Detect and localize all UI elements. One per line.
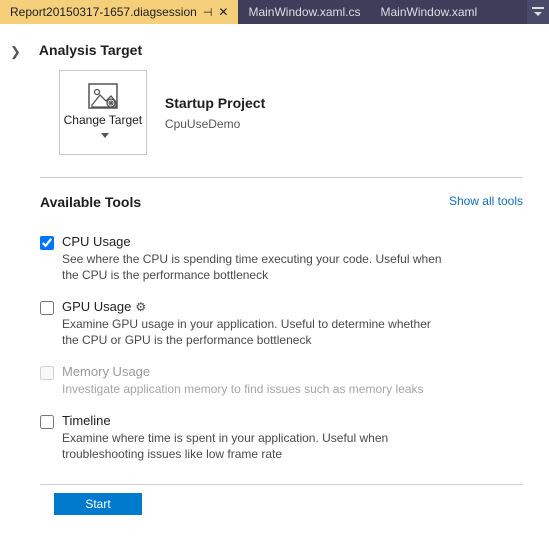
tool-desc: Investigate application memory to find i… bbox=[62, 381, 424, 397]
project-name: CpuUseDemo bbox=[165, 117, 265, 131]
pin-icon[interactable]: ⊣ bbox=[203, 6, 213, 19]
tool-name: GPU Usage bbox=[62, 299, 131, 314]
gear-icon[interactable]: ⚙ bbox=[135, 300, 146, 314]
tool-desc: Examine where time is spent in your appl… bbox=[62, 430, 442, 462]
divider bbox=[40, 177, 523, 178]
tool-cpu-usage-checkbox[interactable] bbox=[40, 236, 54, 250]
chevron-down-icon bbox=[101, 133, 109, 138]
available-tools-title: Available Tools bbox=[40, 194, 141, 210]
change-target-button[interactable]: Change Target bbox=[59, 70, 147, 155]
tool-memory-usage: Memory Usage Investigate application mem… bbox=[40, 364, 523, 397]
tool-cpu-usage: CPU Usage See where the CPU is spending … bbox=[40, 234, 523, 283]
tool-timeline-checkbox[interactable] bbox=[40, 415, 54, 429]
tool-gpu-usage: GPU Usage ⚙ Examine GPU usage in your app… bbox=[40, 299, 523, 348]
show-all-tools-link[interactable]: Show all tools bbox=[449, 194, 523, 222]
expand-chevron-icon[interactable]: ❯ bbox=[10, 42, 21, 60]
tab-label: Report20150317-1657.diagsession bbox=[10, 5, 197, 19]
tool-name: Timeline bbox=[62, 413, 111, 428]
startup-project-heading: Startup Project bbox=[165, 95, 265, 111]
tool-name: CPU Usage bbox=[62, 234, 131, 249]
target-picture-icon bbox=[88, 83, 118, 109]
analysis-target-title: Analysis Target bbox=[39, 42, 523, 58]
tab-mainwindow-cs[interactable]: MainWindow.xaml.cs bbox=[238, 0, 370, 24]
close-icon[interactable]: ✕ bbox=[218, 6, 228, 18]
tab-report[interactable]: Report20150317-1657.diagsession ⊣ ✕ bbox=[0, 0, 238, 24]
tool-name: Memory Usage bbox=[62, 364, 150, 379]
tab-label: MainWindow.xaml.cs bbox=[248, 5, 360, 19]
tab-mainwindow-xaml[interactable]: MainWindow.xaml bbox=[371, 0, 488, 24]
tab-label: MainWindow.xaml bbox=[381, 5, 478, 19]
tool-memory-usage-checkbox bbox=[40, 366, 54, 380]
divider bbox=[40, 484, 523, 485]
tool-gpu-usage-checkbox[interactable] bbox=[40, 301, 54, 315]
tab-bar: Report20150317-1657.diagsession ⊣ ✕ Main… bbox=[0, 0, 549, 24]
tabs-overflow-button[interactable] bbox=[527, 0, 549, 24]
tool-timeline: Timeline Examine where time is spent in … bbox=[40, 413, 523, 462]
start-button[interactable]: Start bbox=[54, 493, 142, 515]
tool-desc: Examine GPU usage in your application. U… bbox=[62, 316, 442, 348]
tool-desc: See where the CPU is spending time execu… bbox=[62, 251, 442, 283]
change-target-label: Change Target bbox=[60, 113, 146, 143]
